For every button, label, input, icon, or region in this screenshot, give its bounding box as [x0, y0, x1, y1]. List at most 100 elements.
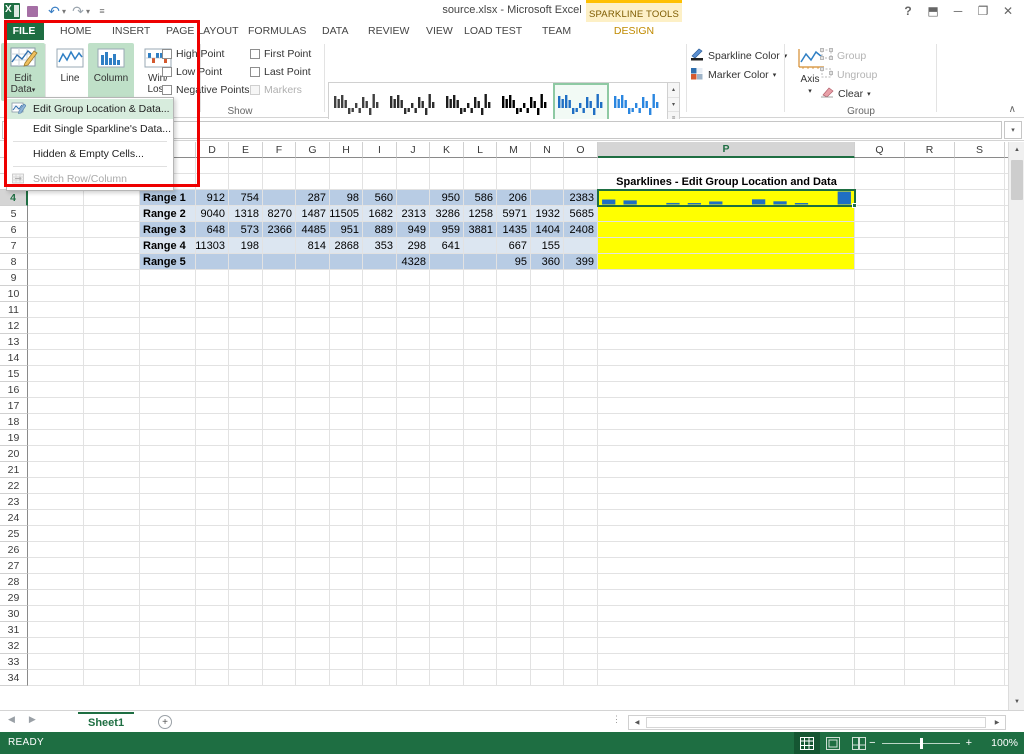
cell-M28[interactable] [497, 574, 531, 590]
cell-S18[interactable] [955, 414, 1005, 430]
cell-K31[interactable] [430, 622, 464, 638]
cell-S24[interactable] [955, 510, 1005, 526]
cell-K25[interactable] [430, 526, 464, 542]
scroll-up-icon[interactable]: ▲ [1009, 142, 1024, 158]
cell-H4[interactable]: 98 [330, 190, 363, 206]
cell-L25[interactable] [464, 526, 497, 542]
cell-I17[interactable] [363, 398, 397, 414]
column-header-j[interactable]: J [397, 142, 430, 158]
row-header-24[interactable]: 24 [0, 510, 28, 526]
row-header-32[interactable]: 32 [0, 638, 28, 654]
cell-L7[interactable] [464, 238, 497, 254]
cell-R2[interactable] [905, 158, 955, 174]
cell-L20[interactable] [464, 446, 497, 462]
cell-E18[interactable] [229, 414, 263, 430]
cell-Q5[interactable] [855, 206, 905, 222]
row-header-16[interactable]: 16 [0, 382, 28, 398]
cell-D23[interactable] [196, 494, 229, 510]
cell-O24[interactable] [564, 510, 598, 526]
tab-design[interactable]: DESIGN [586, 22, 682, 40]
cell-D25[interactable] [196, 526, 229, 542]
cell-G20[interactable] [296, 446, 330, 462]
cell-A15[interactable] [28, 366, 84, 382]
cell-C7[interactable]: Range 4 [140, 238, 196, 254]
cell-R11[interactable] [905, 302, 955, 318]
cell-I2[interactable] [363, 158, 397, 174]
cell-J17[interactable] [397, 398, 430, 414]
cell-G19[interactable] [296, 430, 330, 446]
cell-L33[interactable] [464, 654, 497, 670]
cell-A24[interactable] [28, 510, 84, 526]
cell-B26[interactable] [84, 542, 140, 558]
cell-B31[interactable] [84, 622, 140, 638]
cell-G13[interactable] [296, 334, 330, 350]
cell-I21[interactable] [363, 462, 397, 478]
cell-K29[interactable] [430, 590, 464, 606]
cell-J33[interactable] [397, 654, 430, 670]
cell-P27[interactable] [598, 558, 855, 574]
cell-B19[interactable] [84, 430, 140, 446]
cell-C13[interactable] [140, 334, 196, 350]
cell-F10[interactable] [263, 286, 296, 302]
cell-N17[interactable] [531, 398, 564, 414]
cell-J28[interactable] [397, 574, 430, 590]
cell-G33[interactable] [296, 654, 330, 670]
tab-home[interactable]: HOME [52, 22, 100, 40]
horizontal-scrollbar[interactable]: ◀ ▶ [628, 715, 1006, 730]
cell-B12[interactable] [84, 318, 140, 334]
cell-G29[interactable] [296, 590, 330, 606]
edit-data-dropdown-menu[interactable]: Edit Group Location & Data... Edit Singl… [6, 97, 174, 191]
row-header-28[interactable]: 28 [0, 574, 28, 590]
cell-B8[interactable] [84, 254, 140, 270]
cell-S20[interactable] [955, 446, 1005, 462]
cell-N18[interactable] [531, 414, 564, 430]
cell-O13[interactable] [564, 334, 598, 350]
cell-S13[interactable] [955, 334, 1005, 350]
cell-R19[interactable] [905, 430, 955, 446]
yellow-fill-cell-P7[interactable] [598, 238, 855, 254]
cell-S6[interactable] [955, 222, 1005, 238]
cell-J3[interactable] [397, 174, 430, 190]
cell-E2[interactable] [229, 158, 263, 174]
cell-P28[interactable] [598, 574, 855, 590]
cell-L4[interactable]: 586 [464, 190, 497, 206]
cell-G32[interactable] [296, 638, 330, 654]
cell-B16[interactable] [84, 382, 140, 398]
cell-P2[interactable] [598, 158, 855, 174]
cell-B25[interactable] [84, 526, 140, 542]
menu-item-edit-single-sparklines-data[interactable]: Edit Single Sparkline's Data... [7, 119, 173, 139]
cell-C10[interactable] [140, 286, 196, 302]
menu-item-edit-group-location-and-data[interactable]: Edit Group Location & Data... [7, 99, 173, 119]
cell-J32[interactable] [397, 638, 430, 654]
hscroll-left-icon[interactable]: ◀ [629, 716, 645, 729]
cell-B7[interactable] [84, 238, 140, 254]
cell-J21[interactable] [397, 462, 430, 478]
row-header-31[interactable]: 31 [0, 622, 28, 638]
view-page-layout-icon[interactable] [820, 732, 846, 754]
tab-file[interactable]: FILE [4, 22, 44, 40]
cell-I3[interactable] [363, 174, 397, 190]
cell-H34[interactable] [330, 670, 363, 686]
clear-button[interactable]: Clear ▾ [820, 86, 871, 101]
cell-M7[interactable]: 667 [497, 238, 531, 254]
cell-Q25[interactable] [855, 526, 905, 542]
vertical-scrollbar[interactable]: ▲ ▼ [1008, 142, 1024, 710]
cell-N28[interactable] [531, 574, 564, 590]
row-header-13[interactable]: 13 [0, 334, 28, 350]
cell-P32[interactable] [598, 638, 855, 654]
style-gallery-scroll-down-icon[interactable]: ▾ [668, 98, 679, 113]
cell-M4[interactable]: 206 [497, 190, 531, 206]
cell-K26[interactable] [430, 542, 464, 558]
cell-P26[interactable] [598, 542, 855, 558]
cell-M24[interactable] [497, 510, 531, 526]
cell-I25[interactable] [363, 526, 397, 542]
cell-E24[interactable] [229, 510, 263, 526]
row-header-25[interactable]: 25 [0, 526, 28, 542]
cell-K32[interactable] [430, 638, 464, 654]
cell-Q33[interactable] [855, 654, 905, 670]
cell-R12[interactable] [905, 318, 955, 334]
cell-I20[interactable] [363, 446, 397, 462]
cell-Q12[interactable] [855, 318, 905, 334]
cell-J24[interactable] [397, 510, 430, 526]
cell-H29[interactable] [330, 590, 363, 606]
